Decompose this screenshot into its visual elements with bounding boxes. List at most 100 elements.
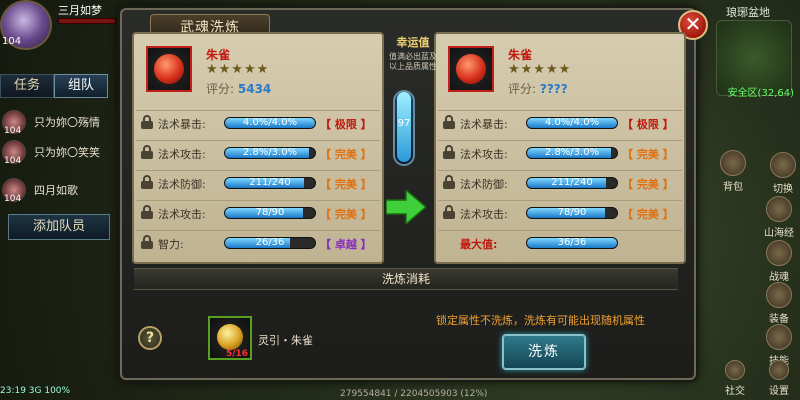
attribute-grade: 【 极限 】 [320, 118, 372, 131]
warsoul-button[interactable]: 战魂 [762, 240, 796, 283]
attribute-label: 法术攻击: [158, 148, 206, 161]
attribute-label: 法术防御: [460, 178, 508, 191]
attribute-row: 法术攻击: 78/90 【 完美 】 [136, 200, 380, 224]
item-name: 朱雀 [206, 48, 231, 62]
attribute-row: 法术防御: 211/240 【 完美 】 [438, 170, 682, 194]
attribute-value: 2.8%/3.0% [544, 147, 600, 158]
attribute-label: 法术攻击: [460, 208, 508, 221]
team-member[interactable]: 只为妳〇殇情 104 [0, 110, 108, 136]
material-name: 灵引・朱雀 [258, 334, 313, 347]
attribute-value: 2.8%/3.0% [242, 147, 298, 158]
consume-section-title: 洗炼消耗 [134, 268, 678, 290]
tab-team[interactable]: 组队 [54, 74, 108, 98]
attribute-bar: 26/36 [224, 237, 316, 249]
attribute-value: 211/240 [551, 177, 593, 188]
social-icon [725, 360, 745, 380]
tab-quest[interactable]: 任务 [0, 74, 54, 98]
team-member[interactable]: 只为妳〇笑笑 104 [0, 140, 108, 166]
zone-name: 琅琊盆地 [726, 6, 770, 19]
refined-attributes-panel: 朱雀 ★★★★★ 评分: ???? 法术暴击: 4.0%/4.0% 【 极限 】法术… [434, 32, 686, 264]
attribute-value: 36/36 [557, 237, 587, 248]
attribute-label: 智力: [158, 238, 184, 251]
attribute-label: 最大值: [460, 238, 498, 251]
book-icon [766, 196, 792, 222]
attribute-bar: 78/90 [224, 207, 316, 219]
member-level: 104 [4, 194, 22, 204]
attribute-label: 法术暴击: [158, 118, 206, 131]
lock-icon[interactable] [140, 175, 154, 189]
item-stars: ★★★★★ [206, 62, 270, 77]
attribute-grade: 【 完美 】 [320, 178, 372, 191]
attribute-value: 4.0%/4.0% [242, 117, 298, 128]
attribute-bar: 2.8%/3.0% [526, 147, 618, 159]
attribute-grade: 【 完美 】 [622, 148, 674, 161]
switch-button[interactable]: 切换 [766, 152, 800, 195]
attribute-row: 法术攻击: 2.8%/3.0% 【 完美 】 [136, 140, 380, 164]
item-score: 评分: 5434 [206, 82, 272, 96]
refine-warning: 锁定属性不洗炼，洗炼有可能出现随机属性 [436, 314, 645, 327]
exp-progress-text: 279554841 / 2204505903 (12%) [340, 389, 488, 399]
luck-title: 幸运值 [396, 36, 430, 49]
attribute-bar: 211/240 [224, 177, 316, 189]
item-name: 朱雀 [508, 48, 533, 62]
lock-icon[interactable] [442, 175, 456, 189]
hud-tabs: 任务 组队 [0, 74, 108, 98]
bag-icon [720, 150, 746, 176]
lingyin-material-icon [217, 324, 243, 350]
attribute-grade: 【 完美 】 [320, 148, 372, 161]
attribute-bar: 4.0%/4.0% [526, 117, 618, 129]
help-button[interactable]: ? [138, 326, 162, 350]
shanhaijing-button[interactable]: 山海经 [762, 196, 796, 239]
lock-icon[interactable] [442, 115, 456, 129]
social-button[interactable]: 社交 [718, 360, 752, 397]
item-score: 评分: ???? [508, 82, 568, 96]
attribute-row: 法术防御: 211/240 【 完美 】 [136, 170, 380, 194]
attribute-row: 法术攻击: 2.8%/3.0% 【 完美 】 [438, 140, 682, 164]
armor-icon [766, 282, 792, 308]
item-slot[interactable] [146, 46, 192, 92]
skill-icon [766, 324, 792, 350]
refine-button[interactable]: 洗炼 [502, 334, 586, 370]
attribute-label: 法术暴击: [460, 118, 508, 131]
team-member[interactable]: 四月如歌 104 [0, 178, 108, 204]
attribute-value: 26/36 [255, 237, 285, 248]
lock-icon[interactable] [140, 205, 154, 219]
attribute-label: 法术防御: [158, 178, 206, 191]
lock-icon[interactable] [442, 205, 456, 219]
attribute-bar: 78/90 [526, 207, 618, 219]
member-name: 四月如歌 [34, 184, 78, 197]
attribute-grade: 【 卓越 】 [320, 238, 372, 251]
attribute-bar: 2.8%/3.0% [224, 147, 316, 159]
add-member-button[interactable]: 添加队员 [8, 214, 110, 240]
item-slot[interactable] [448, 46, 494, 92]
attribute-bar: 4.0%/4.0% [224, 117, 316, 129]
attribute-grade: 【 完美 】 [622, 208, 674, 221]
gear-icon [769, 360, 789, 380]
current-attributes-panel: 朱雀 ★★★★★ 评分: 5434 法术暴击: 4.0%/4.0% 【 极限 】法术… [132, 32, 384, 264]
luck-value: 97 [397, 118, 411, 129]
device-status: 23:19 3G 100% [0, 386, 71, 396]
member-level: 104 [4, 126, 22, 136]
attribute-bar: 211/240 [526, 177, 618, 189]
lock-icon[interactable] [140, 115, 154, 129]
lock-icon[interactable] [140, 235, 154, 249]
bag-button[interactable]: 背包 [716, 150, 750, 193]
attribute-value: 78/90 [557, 207, 587, 218]
attribute-label: 法术攻击: [460, 148, 508, 161]
soul-icon [766, 240, 792, 266]
attribute-bar: 36/36 [526, 237, 618, 249]
player-level: 104 [2, 36, 22, 47]
settings-button[interactable]: 设置 [762, 360, 796, 397]
attribute-grade: 【 完美 】 [320, 208, 372, 221]
lock-icon[interactable] [442, 145, 456, 159]
attribute-grade: 【 完美 】 [622, 178, 674, 191]
equipment-button[interactable]: 装备 [762, 282, 796, 325]
luck-description: 值满必出蓝及以上品质属性 [389, 52, 437, 71]
attribute-row: 法术暴击: 4.0%/4.0% 【 极限 】 [136, 110, 380, 134]
zhuque-soul-icon [154, 54, 184, 84]
attribute-label: 法术攻击: [158, 208, 206, 221]
member-level: 104 [4, 156, 22, 166]
attribute-value: 78/90 [255, 207, 285, 218]
switch-icon [770, 152, 796, 178]
lock-icon[interactable] [140, 145, 154, 159]
